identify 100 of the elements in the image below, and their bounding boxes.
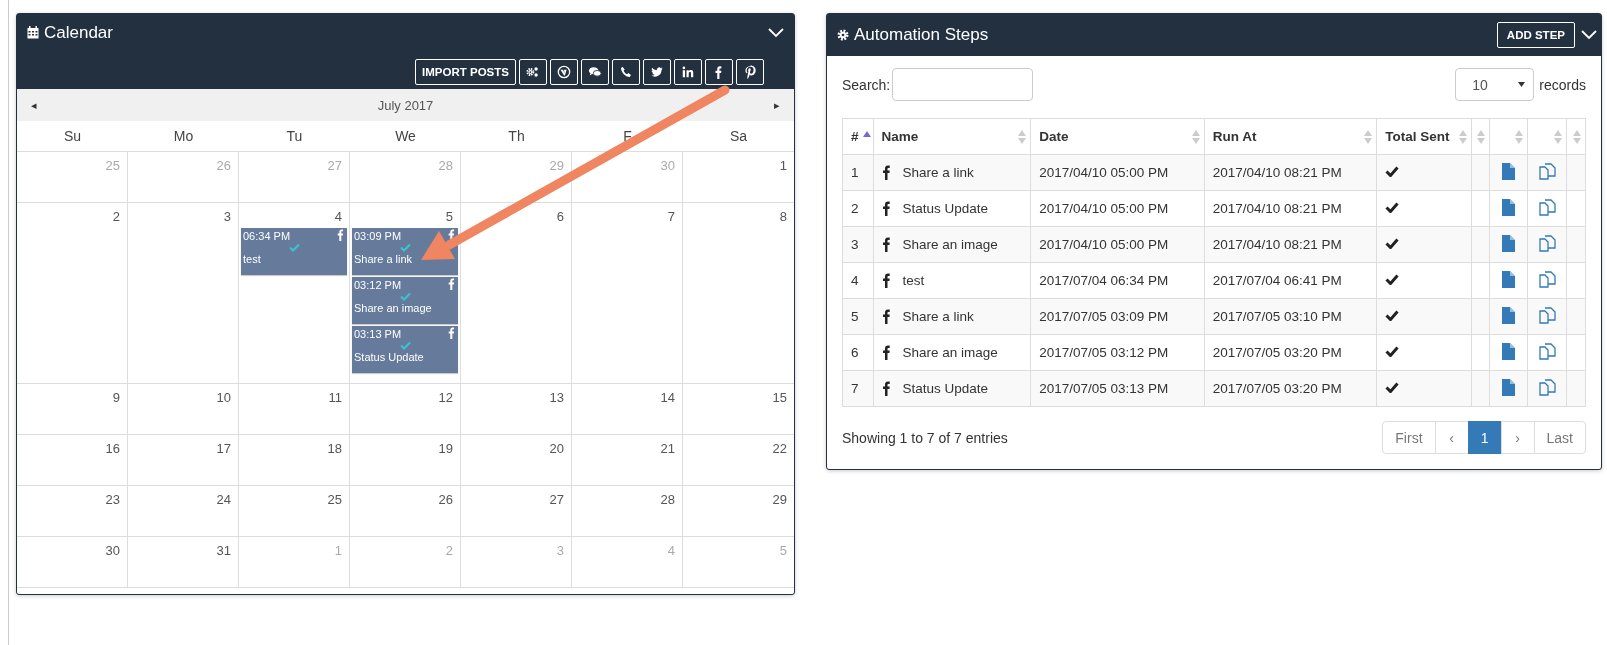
month-title: July 2017 (377, 97, 434, 113)
copy-icon[interactable] (1538, 198, 1556, 216)
panel-title: Calendar (44, 22, 113, 43)
day-number: 19 (438, 441, 453, 456)
column-header[interactable]: Date (1030, 118, 1205, 155)
day-number: 8 (779, 209, 787, 224)
day-number: 27 (327, 158, 342, 173)
day-number: 2 (112, 209, 120, 224)
event-title: Share a link (354, 253, 413, 265)
copy-icon[interactable] (1538, 234, 1556, 252)
day-number: 28 (438, 158, 453, 173)
next-month-button[interactable]: ▸ (774, 98, 780, 112)
linkedin-icon (681, 65, 695, 79)
event-time: 03:13 PM (354, 328, 402, 340)
facebook-icon (336, 229, 345, 241)
pinterest-button[interactable] (736, 59, 764, 85)
pagination-button[interactable]: Last (1533, 421, 1586, 454)
table-cell: 5 (842, 298, 873, 335)
calendar-event[interactable]: 03:13 PM Status Update (352, 326, 458, 373)
table-cell: 2017/04/10 05:00 PM (1030, 190, 1205, 227)
event-title: test (243, 253, 261, 265)
pagination-button[interactable]: ‹ (1434, 421, 1469, 454)
sort-icon (1018, 129, 1027, 144)
facebook-icon (881, 237, 891, 252)
phone-icon (619, 65, 633, 79)
day-number: 25 (327, 492, 342, 507)
weekday-label: Tu (286, 128, 303, 144)
facebook-button[interactable] (705, 59, 733, 85)
document-icon[interactable] (1502, 342, 1516, 360)
document-icon[interactable] (1502, 198, 1516, 216)
document-icon[interactable] (1502, 378, 1516, 396)
column-header[interactable]: Name (873, 118, 1031, 155)
table-cell: 2017/07/04 06:34 PM (1030, 262, 1205, 299)
panel-title: Automation Steps (854, 25, 989, 45)
table-cell: Share a link (902, 309, 974, 324)
previous-month-button[interactable]: ◂ (31, 98, 37, 112)
pagination-button[interactable]: First (1382, 421, 1436, 454)
day-number: 30 (105, 543, 120, 558)
import-posts-button[interactable]: IMPORT POSTS (415, 59, 516, 85)
chat-bubbles-button[interactable] (581, 59, 609, 85)
twitter-button[interactable] (643, 59, 671, 85)
copy-icon[interactable] (1538, 306, 1556, 324)
document-icon[interactable] (1502, 270, 1516, 288)
facebook-icon (447, 229, 456, 241)
day-number: 5 (779, 543, 787, 558)
calendar-icon (27, 26, 39, 39)
collapse-chevron-icon (1581, 30, 1597, 40)
day-number: 28 (660, 492, 675, 507)
dropdown-caret-icon (1518, 82, 1526, 87)
event-time: 06:34 PM (243, 230, 291, 242)
table-cell: 3 (842, 226, 873, 263)
day-number: 7 (667, 209, 675, 224)
page-size-dropdown[interactable]: 10 (1455, 68, 1535, 101)
table-cell: 6 (842, 334, 873, 371)
check-icon (399, 341, 411, 350)
table-cell: 2017/07/05 03:20 PM (1204, 334, 1377, 371)
day-number: 4 (667, 543, 675, 558)
phone-button[interactable] (612, 59, 640, 85)
search-field[interactable] (892, 68, 1034, 101)
weekday-label: Th (508, 128, 525, 144)
day-number: 5 (445, 209, 453, 224)
copy-icon[interactable] (1538, 378, 1556, 396)
day-number: 26 (438, 492, 453, 507)
column-header[interactable]: Total Sent (1376, 118, 1472, 155)
linkedin-button[interactable] (674, 59, 702, 85)
add-step-button[interactable]: ADD STEP (1496, 22, 1575, 48)
day-number: 29 (772, 492, 787, 507)
table-cell: 2017/07/05 03:09 PM (1030, 298, 1205, 335)
entries-info: Showing 1 to 7 of 7 entries (842, 429, 1008, 446)
column-header[interactable]: Run At (1204, 118, 1377, 155)
wordpress-button[interactable] (550, 59, 578, 85)
document-icon[interactable] (1502, 234, 1516, 252)
day-number: 24 (216, 492, 231, 507)
table-cell: 2017/07/05 03:12 PM (1030, 334, 1205, 371)
pagination-button[interactable]: 1 (1467, 421, 1502, 454)
calendar-event[interactable]: 06:34 PM test (241, 228, 347, 275)
facebook-icon (447, 278, 456, 290)
sort-icon (1573, 129, 1581, 144)
copy-icon[interactable] (1538, 342, 1556, 360)
pinterest-icon (743, 65, 757, 79)
document-icon[interactable] (1502, 306, 1516, 324)
copy-icon[interactable] (1538, 162, 1556, 180)
day-number: 30 (660, 158, 675, 173)
day-number: 3 (223, 209, 231, 224)
calendar-event[interactable]: 03:12 PM Share an image (352, 277, 458, 324)
day-number: 2 (445, 543, 453, 558)
gears-button[interactable] (519, 59, 547, 85)
facebook-icon (881, 201, 891, 216)
column-header[interactable]: # (842, 118, 873, 155)
table-cell: 2017/07/05 03:13 PM (1030, 370, 1205, 407)
chat-bubbles-icon (588, 65, 602, 79)
document-icon[interactable] (1502, 162, 1516, 180)
day-number: 3 (556, 543, 564, 558)
pagination-button[interactable]: › (1500, 421, 1535, 454)
table-cell: 2017/07/05 03:10 PM (1204, 298, 1377, 335)
day-number: 4 (334, 209, 342, 224)
table-cell: 2017/04/10 08:21 PM (1204, 226, 1377, 263)
sort-icon (1477, 129, 1486, 144)
facebook-icon (881, 381, 891, 396)
copy-icon[interactable] (1538, 270, 1556, 288)
